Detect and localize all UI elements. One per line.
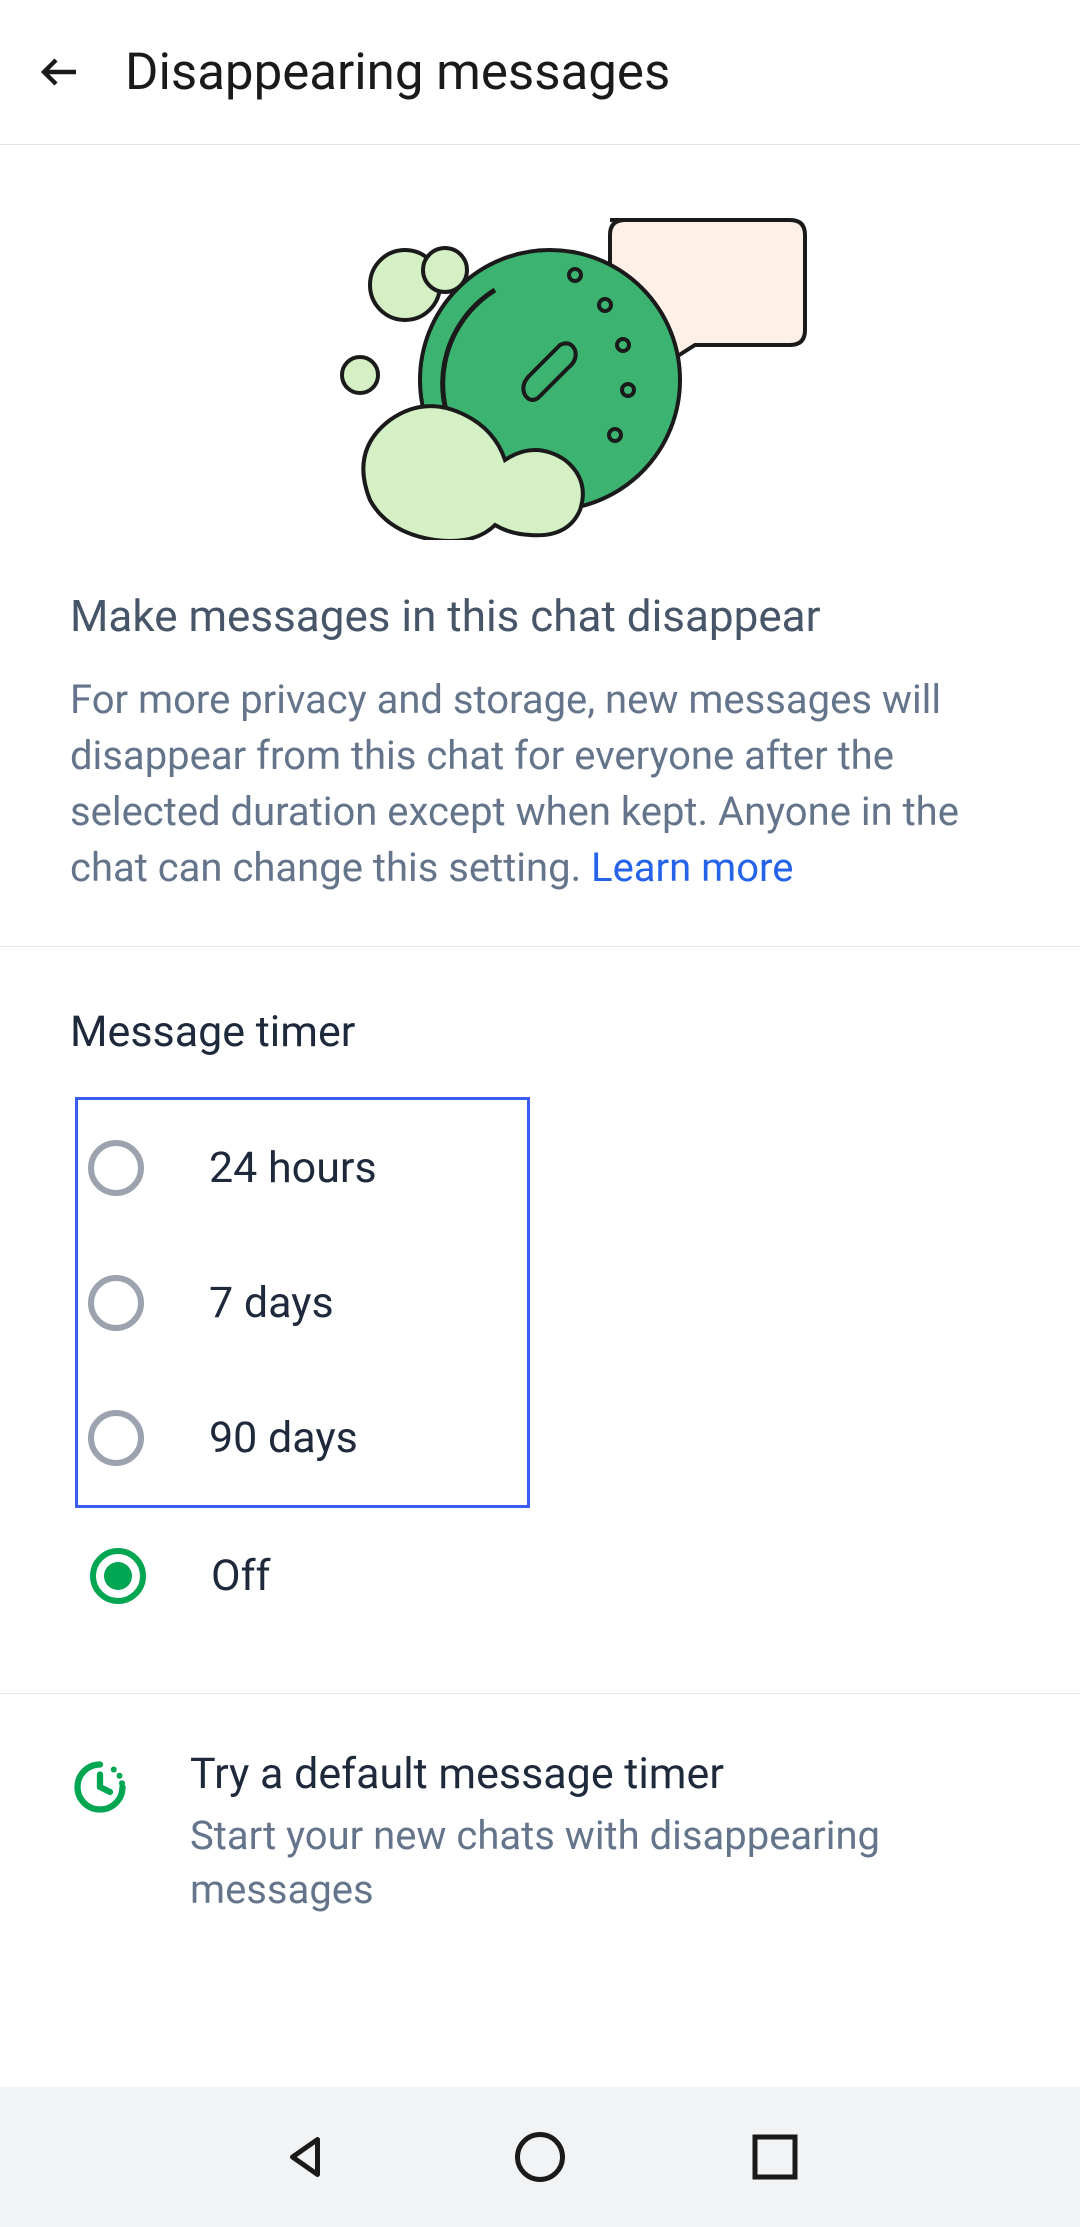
nav-home-button[interactable] <box>510 2127 570 2187</box>
back-button[interactable] <box>35 47 85 97</box>
android-nav-bar <box>0 2087 1080 2227</box>
nav-recent-button[interactable] <box>745 2127 805 2187</box>
page-title: Disappearing messages <box>125 43 670 102</box>
timer-option-7-days[interactable]: 7 days <box>78 1235 527 1370</box>
default-timer-content: Try a default message timer Start your n… <box>190 1749 1010 1917</box>
radio-checked-icon <box>90 1548 146 1604</box>
nav-back-button[interactable] <box>275 2127 335 2187</box>
default-timer-title: Try a default message timer <box>190 1749 1010 1799</box>
radio-unchecked-icon <box>88 1410 144 1466</box>
disappearing-messages-illustration <box>270 200 810 540</box>
default-timer-subtitle: Start your new chats with disappearing m… <box>190 1809 1010 1917</box>
message-timer-title: Message timer <box>70 1007 1010 1057</box>
circle-home-icon <box>510 2127 570 2187</box>
timer-option-label: 90 days <box>209 1413 358 1463</box>
timer-option-label: 24 hours <box>209 1143 377 1193</box>
arrow-left-icon <box>36 48 84 96</box>
intro-description-text: For more privacy and storage, new messag… <box>70 676 959 891</box>
timer-option-90-days[interactable]: 90 days <box>78 1370 527 1505</box>
timer-option-label: 7 days <box>209 1278 334 1328</box>
triangle-back-icon <box>275 2127 335 2187</box>
radio-unchecked-icon <box>88 1140 144 1196</box>
default-timer-row[interactable]: Try a default message timer Start your n… <box>0 1694 1080 1972</box>
intro-description: For more privacy and storage, new messag… <box>70 672 1010 896</box>
timer-icon <box>70 1757 130 1817</box>
learn-more-link[interactable]: Learn more <box>591 844 793 891</box>
intro-section: Make messages in this chat disappear For… <box>0 590 1080 896</box>
radio-unchecked-icon <box>88 1275 144 1331</box>
illustration-container <box>0 145 1080 590</box>
intro-title: Make messages in this chat disappear <box>70 590 1010 642</box>
timer-option-24-hours[interactable]: 24 hours <box>78 1100 527 1235</box>
timer-options-highlight: 24 hours 7 days 90 days <box>75 1097 530 1508</box>
app-header: Disappearing messages <box>0 0 1080 145</box>
square-recent-icon <box>745 2127 805 2187</box>
message-timer-section: Message timer 24 hours 7 days 90 days Of… <box>0 947 1080 1693</box>
timer-option-off[interactable]: Off <box>75 1508 1010 1643</box>
timer-option-label: Off <box>211 1551 270 1601</box>
